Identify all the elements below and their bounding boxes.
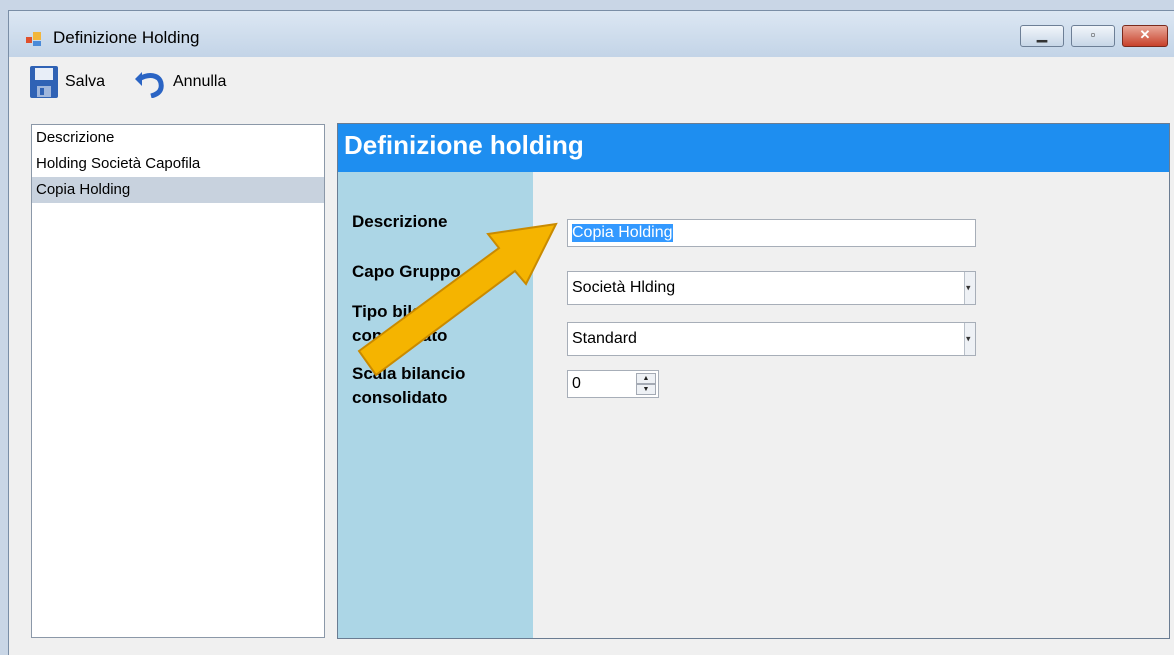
stepper-up-icon[interactable]: ▲ bbox=[636, 373, 656, 384]
close-button[interactable]: ✕ bbox=[1122, 25, 1168, 47]
toolbar: Salva Annulla bbox=[9, 57, 1174, 107]
definition-panel: Definizione holding Descrizione Capo Gru… bbox=[337, 123, 1170, 639]
chevron-down-icon: ▾ bbox=[966, 282, 971, 293]
sidebar-item-copia-holding[interactable]: Copia Holding bbox=[32, 177, 324, 203]
chevron-down-icon: ▾ bbox=[966, 333, 971, 344]
minimize-button[interactable]: ▁ bbox=[1020, 25, 1064, 47]
maximize-icon: ▫ bbox=[1090, 27, 1096, 42]
panel-title: Definizione holding bbox=[344, 130, 584, 160]
save-button[interactable]: Salva bbox=[29, 65, 105, 99]
descrizione-label: Descrizione bbox=[352, 212, 448, 231]
window-title: Definizione Holding bbox=[53, 28, 200, 47]
label-column: Descrizione Capo Gruppo Tipo bilancio co… bbox=[338, 172, 533, 638]
floppy-disk-icon bbox=[30, 66, 58, 98]
title-bar[interactable]: Definizione Holding ▁ ▫ ✕ bbox=[9, 11, 1174, 57]
dropdown-arrow[interactable]: ▾ bbox=[964, 272, 975, 304]
close-icon: ✕ bbox=[1139, 27, 1151, 42]
scala-bilancio-label: Scala bilancio consolidato bbox=[352, 364, 466, 407]
dropdown-arrow[interactable]: ▾ bbox=[964, 323, 975, 355]
undo-icon bbox=[135, 72, 164, 98]
maximize-button[interactable]: ▫ bbox=[1071, 25, 1115, 47]
minimize-icon: ▁ bbox=[1037, 27, 1047, 42]
capo-gruppo-label: Capo Gruppo bbox=[352, 262, 461, 281]
sidebar-item-holding-societa-capofila[interactable]: Holding Società Capofila bbox=[32, 151, 324, 177]
sidebar-list: Descrizione Holding Società Capofila Cop… bbox=[31, 124, 325, 638]
main-window: Definizione Holding ▁ ▫ ✕ Salva Annulla … bbox=[8, 10, 1174, 655]
undo-button[interactable]: Annulla bbox=[133, 65, 226, 99]
tipo-bilancio-value: Standard bbox=[572, 330, 637, 347]
tipo-bilancio-label: Tipo bilancio consolidato bbox=[352, 302, 457, 345]
save-label: Salva bbox=[65, 73, 106, 90]
descrizione-value: Copia Holding bbox=[572, 224, 673, 242]
tipo-bilancio-dropdown[interactable]: Standard ▾ bbox=[567, 322, 976, 356]
capo-gruppo-dropdown[interactable]: Società Hlding ▾ bbox=[567, 271, 976, 305]
scala-bilancio-stepper[interactable]: 0 ▲ ▼ bbox=[567, 370, 659, 398]
panel-header: Definizione holding bbox=[338, 124, 1169, 172]
undo-label: Annulla bbox=[173, 73, 227, 90]
stepper-buttons: ▲ ▼ bbox=[636, 373, 656, 395]
sidebar-item-descrizione[interactable]: Descrizione bbox=[32, 125, 324, 151]
scala-bilancio-value: 0 bbox=[572, 375, 581, 392]
stepper-down-icon[interactable]: ▼ bbox=[636, 384, 656, 395]
capo-gruppo-value: Società Hlding bbox=[572, 279, 676, 296]
descrizione-input[interactable]: Copia Holding bbox=[567, 219, 976, 247]
app-icon bbox=[26, 32, 41, 46]
